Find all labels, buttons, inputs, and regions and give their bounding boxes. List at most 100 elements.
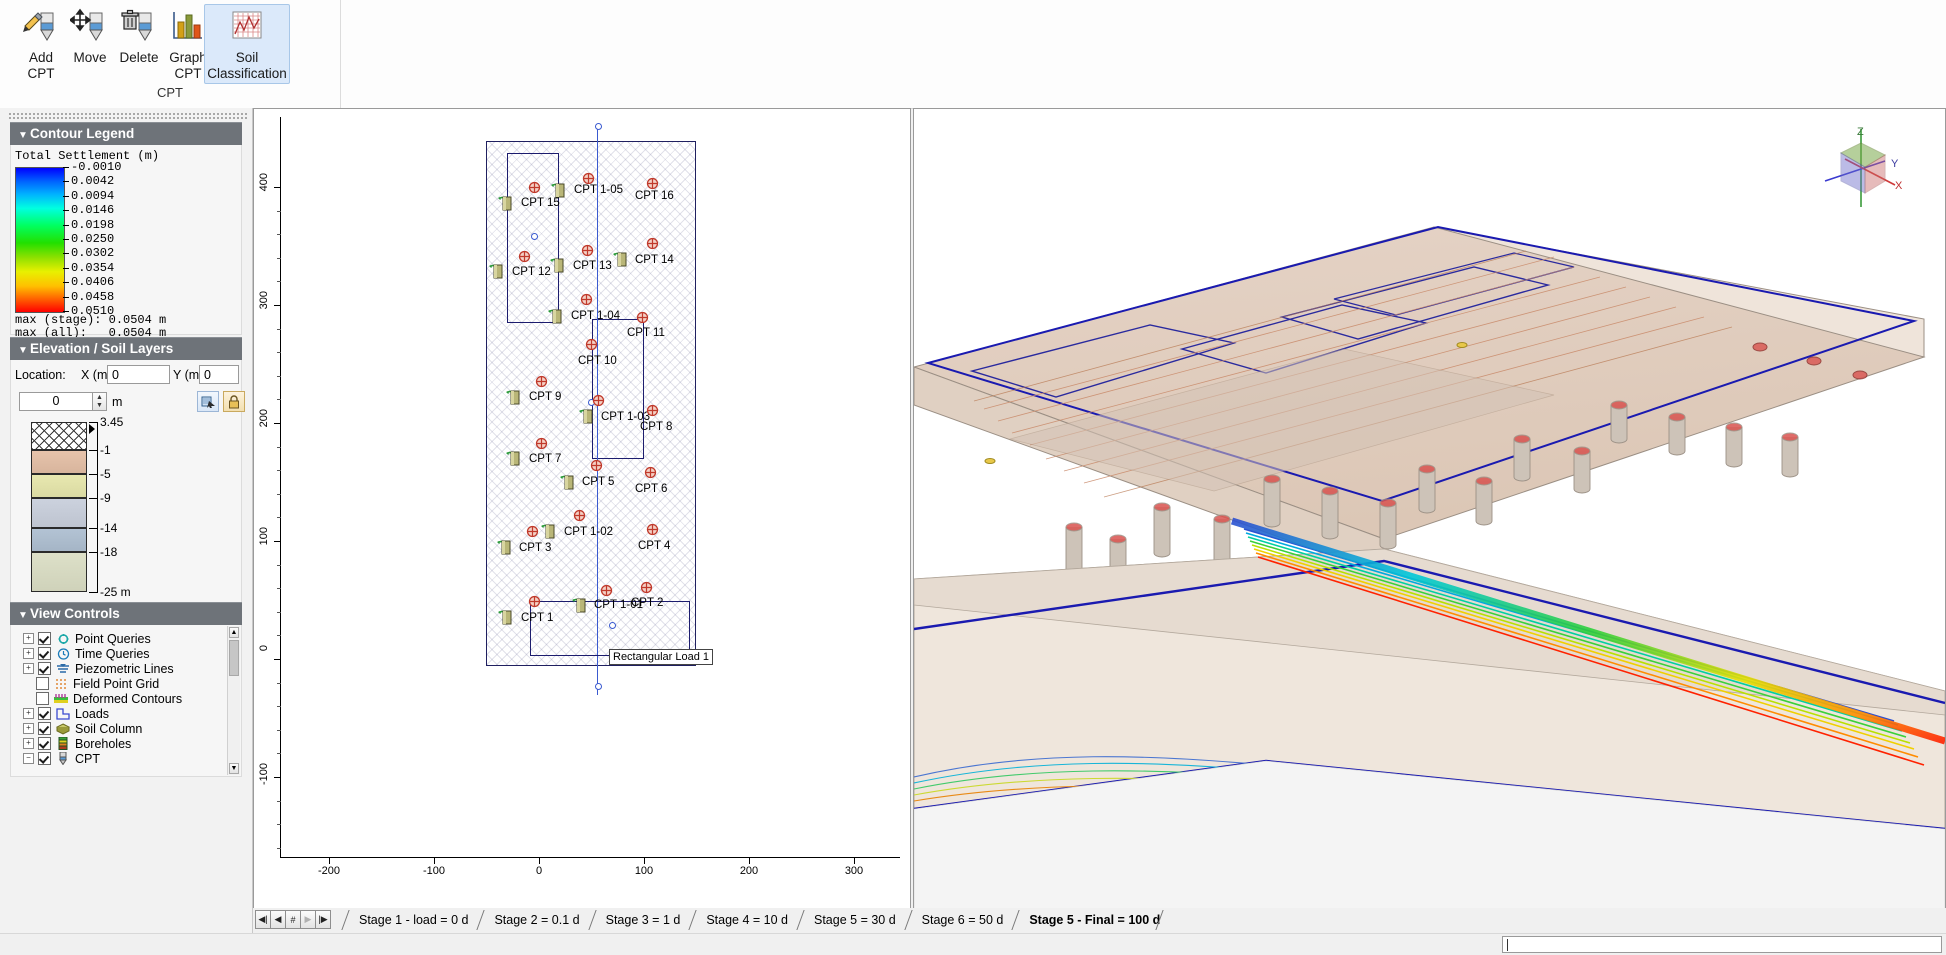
piezometric-node-top[interactable] xyxy=(595,123,602,130)
borehole-marker[interactable] xyxy=(572,597,587,614)
tree-scroll-thumb[interactable] xyxy=(229,640,239,676)
stage-tab[interactable]: Stage 5 = 30 d xyxy=(800,910,908,930)
cpt-marker[interactable] xyxy=(581,244,594,257)
tree-checkbox[interactable] xyxy=(38,737,51,750)
tree-checkbox[interactable] xyxy=(38,647,51,660)
y-coord-input[interactable]: 0 xyxy=(199,365,239,384)
cpt-marker[interactable] xyxy=(646,237,659,250)
tree-item-deformed-contours[interactable]: Deformed Contours xyxy=(23,691,251,706)
borehole-marker[interactable] xyxy=(541,523,556,540)
cpt-marker[interactable] xyxy=(592,394,605,407)
borehole-marker[interactable] xyxy=(497,539,512,556)
stepper-up-icon[interactable]: ▲ xyxy=(93,393,106,402)
cpt-marker[interactable] xyxy=(640,581,653,594)
tree-item-loads[interactable]: + Loads xyxy=(23,706,251,721)
3d-view-canvas[interactable]: Z Y X xyxy=(913,108,1946,918)
elevation-input[interactable]: 0 xyxy=(19,392,93,411)
cpt-marker[interactable] xyxy=(646,404,659,417)
first-stage-button[interactable]: ◀| xyxy=(255,910,271,929)
elevation-pick-button[interactable] xyxy=(197,391,219,412)
tree-checkbox[interactable] xyxy=(38,752,51,765)
tree-checkbox[interactable] xyxy=(38,707,51,720)
borehole-marker[interactable] xyxy=(551,182,566,199)
scroll-down-arrow-icon[interactable]: ▼ xyxy=(229,763,239,774)
tree-item-soil-column[interactable]: + Soil Column xyxy=(23,721,251,736)
cpt-marker[interactable] xyxy=(590,459,603,472)
tree-checkbox[interactable] xyxy=(36,677,49,690)
cpt-marker[interactable] xyxy=(636,311,649,324)
expand-node-icon[interactable]: + xyxy=(23,663,34,674)
borehole-marker[interactable] xyxy=(550,257,565,274)
borehole-marker[interactable] xyxy=(506,389,521,406)
borehole-marker[interactable] xyxy=(489,263,504,280)
contour-legend-header[interactable]: ▼ Contour Legend xyxy=(10,122,242,145)
expand-node-icon[interactable]: + xyxy=(23,633,34,644)
soil-layer[interactable] xyxy=(31,422,87,450)
tree-item-piezometric-lines[interactable]: + Piezometric Lines xyxy=(23,661,251,676)
panel-gripper[interactable] xyxy=(8,112,248,120)
cpt-marker[interactable] xyxy=(526,525,539,538)
scroll-up-arrow-icon[interactable]: ▲ xyxy=(229,627,239,638)
tree-checkbox[interactable] xyxy=(38,662,51,675)
stepper-down-icon[interactable]: ▼ xyxy=(93,402,106,411)
borehole-marker[interactable] xyxy=(560,474,575,491)
collapse-node-icon[interactable]: − xyxy=(23,753,34,764)
cpt-marker[interactable] xyxy=(535,375,548,388)
soil-layer[interactable] xyxy=(31,498,87,528)
cpt-marker[interactable] xyxy=(585,338,598,351)
borehole-marker[interactable] xyxy=(498,195,513,212)
tree-checkbox[interactable] xyxy=(38,632,51,645)
borehole-marker[interactable] xyxy=(613,251,628,268)
cpt-marker[interactable] xyxy=(528,181,541,194)
soil-layer[interactable] xyxy=(31,552,87,592)
stage-tab[interactable]: Stage 1 - load = 0 d xyxy=(345,910,480,930)
stage-tab[interactable]: Stage 5 - Final = 100 d xyxy=(1015,910,1172,930)
plan-view-canvas[interactable]: 400 300 200 100 0 -100 -200 -100 0 100 200 300 Rect… xyxy=(253,108,911,918)
tree-checkbox[interactable] xyxy=(36,692,49,705)
tree-item-cpt[interactable]: − CPT xyxy=(23,751,251,766)
cpt-marker[interactable] xyxy=(573,509,586,522)
borehole-marker[interactable] xyxy=(498,609,513,626)
tree-item-point-queries[interactable]: + Point Queries xyxy=(23,631,251,646)
soil-layer[interactable] xyxy=(31,474,87,498)
stage-tab[interactable]: Stage 4 = 10 d xyxy=(692,910,800,930)
cpt-marker[interactable] xyxy=(646,177,659,190)
command-input[interactable] xyxy=(1502,936,1942,953)
tree-checkbox[interactable] xyxy=(38,722,51,735)
prev-stage-button[interactable]: ◀ xyxy=(270,910,286,929)
borehole-marker[interactable] xyxy=(506,450,521,467)
tree-item-time-queries[interactable]: + Time Queries xyxy=(23,646,251,661)
expand-node-icon[interactable]: + xyxy=(23,648,34,659)
tree-scrollbar[interactable]: ▲ ▼ xyxy=(227,626,240,775)
expand-node-icon[interactable]: + xyxy=(23,738,34,749)
cpt-marker[interactable] xyxy=(535,437,548,450)
soil-layer[interactable] xyxy=(31,528,87,552)
piezometric-node-bottom[interactable] xyxy=(595,683,602,690)
borehole-marker[interactable] xyxy=(548,308,563,325)
soil-classification-button[interactable]: Soil Classification xyxy=(204,4,290,84)
stage-tab[interactable]: Stage 6 = 50 d xyxy=(908,910,1016,930)
stage-tab[interactable]: Stage 3 = 1 d xyxy=(592,910,693,930)
cpt-marker[interactable] xyxy=(518,250,531,263)
cpt-marker[interactable] xyxy=(528,595,541,608)
view-controls-header[interactable]: ▼ View Controls xyxy=(10,602,242,625)
3d-axis-orientation-widget[interactable]: Z Y X xyxy=(1811,123,1911,213)
x-coord-input[interactable]: 0 xyxy=(107,365,170,384)
field-point-node-1[interactable] xyxy=(531,233,538,240)
expand-node-icon[interactable]: + xyxy=(23,708,34,719)
stage-tab[interactable]: Stage 2 = 0.1 d xyxy=(480,910,591,930)
stage-number-button[interactable]: # xyxy=(285,910,301,929)
next-stage-button[interactable]: ▶ xyxy=(300,910,316,929)
borehole-marker[interactable] xyxy=(579,408,594,425)
cpt-marker[interactable] xyxy=(644,466,657,479)
elevation-stepper[interactable]: ▲ ▼ xyxy=(93,392,107,411)
elevation-soil-layers-header[interactable]: ▼ Elevation / Soil Layers xyxy=(10,337,242,360)
tree-item-boreholes[interactable]: + Boreholes xyxy=(23,736,251,751)
elevation-lock-button[interactable] xyxy=(223,391,245,412)
soil-layer[interactable] xyxy=(31,450,87,474)
tree-item-field-point-grid[interactable]: Field Point Grid xyxy=(23,676,251,691)
cpt-marker[interactable] xyxy=(600,584,613,597)
last-stage-button[interactable]: |▶ xyxy=(315,910,331,929)
cpt-marker[interactable] xyxy=(580,293,593,306)
cpt-marker[interactable] xyxy=(646,523,659,536)
